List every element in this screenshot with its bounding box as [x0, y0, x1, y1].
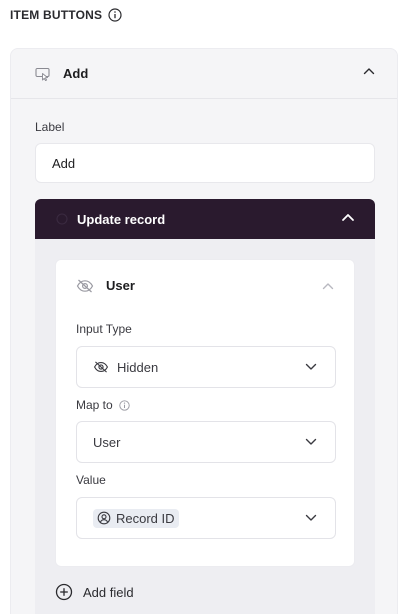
map-to-select[interactable]: User [76, 421, 336, 463]
eye-off-icon [93, 361, 109, 373]
chevron-up-icon[interactable] [363, 67, 375, 75]
map-to-label-row: Map to [76, 398, 130, 412]
record-id-value: Record ID [116, 510, 175, 526]
chevron-up-icon[interactable] [341, 213, 355, 222]
field-card-title: User [106, 278, 135, 293]
add-field-label: Add field [83, 584, 134, 600]
value-label: Value [76, 473, 106, 487]
field-card-header[interactable]: User [76, 278, 135, 293]
label-field-label: Label [35, 120, 65, 134]
eye-off-icon [76, 279, 94, 292]
map-to-label: Map to [76, 398, 113, 412]
action-icon [56, 213, 68, 225]
field-card-user: User Input Type Hidden Map to User Value… [55, 259, 355, 567]
input-type-value: Hidden [117, 359, 159, 375]
info-icon[interactable] [108, 8, 122, 22]
info-icon[interactable] [119, 399, 130, 411]
section-title: ITEM BUTTONS [10, 8, 103, 22]
update-record-card: Update record User Input Type Hidden Map… [35, 199, 375, 614]
update-record-header[interactable]: Update record [35, 199, 375, 239]
input-type-label: Input Type [76, 322, 132, 336]
add-field-button[interactable]: Add field [55, 583, 134, 601]
section-header: ITEM BUTTONS [10, 8, 122, 22]
chevron-up-icon[interactable] [322, 282, 334, 290]
record-id-pill: Record ID [93, 508, 179, 528]
cursor-click-icon [35, 67, 50, 81]
item-button-title: Add [63, 66, 89, 81]
input-type-select[interactable]: Hidden [76, 346, 336, 388]
update-record-title: Update record [77, 211, 166, 227]
item-button-panel: Add Label Add Update record User Input T… [10, 48, 398, 614]
chevron-down-icon [305, 438, 317, 445]
user-circle-icon [97, 511, 111, 525]
chevron-down-icon [305, 514, 317, 521]
map-to-value: User [93, 434, 121, 450]
label-input[interactable]: Add [35, 143, 375, 183]
plus-circle-icon [55, 583, 73, 601]
chevron-down-icon [305, 363, 317, 370]
item-button-header[interactable]: Add [11, 49, 397, 99]
value-select[interactable]: Record ID [76, 497, 336, 539]
